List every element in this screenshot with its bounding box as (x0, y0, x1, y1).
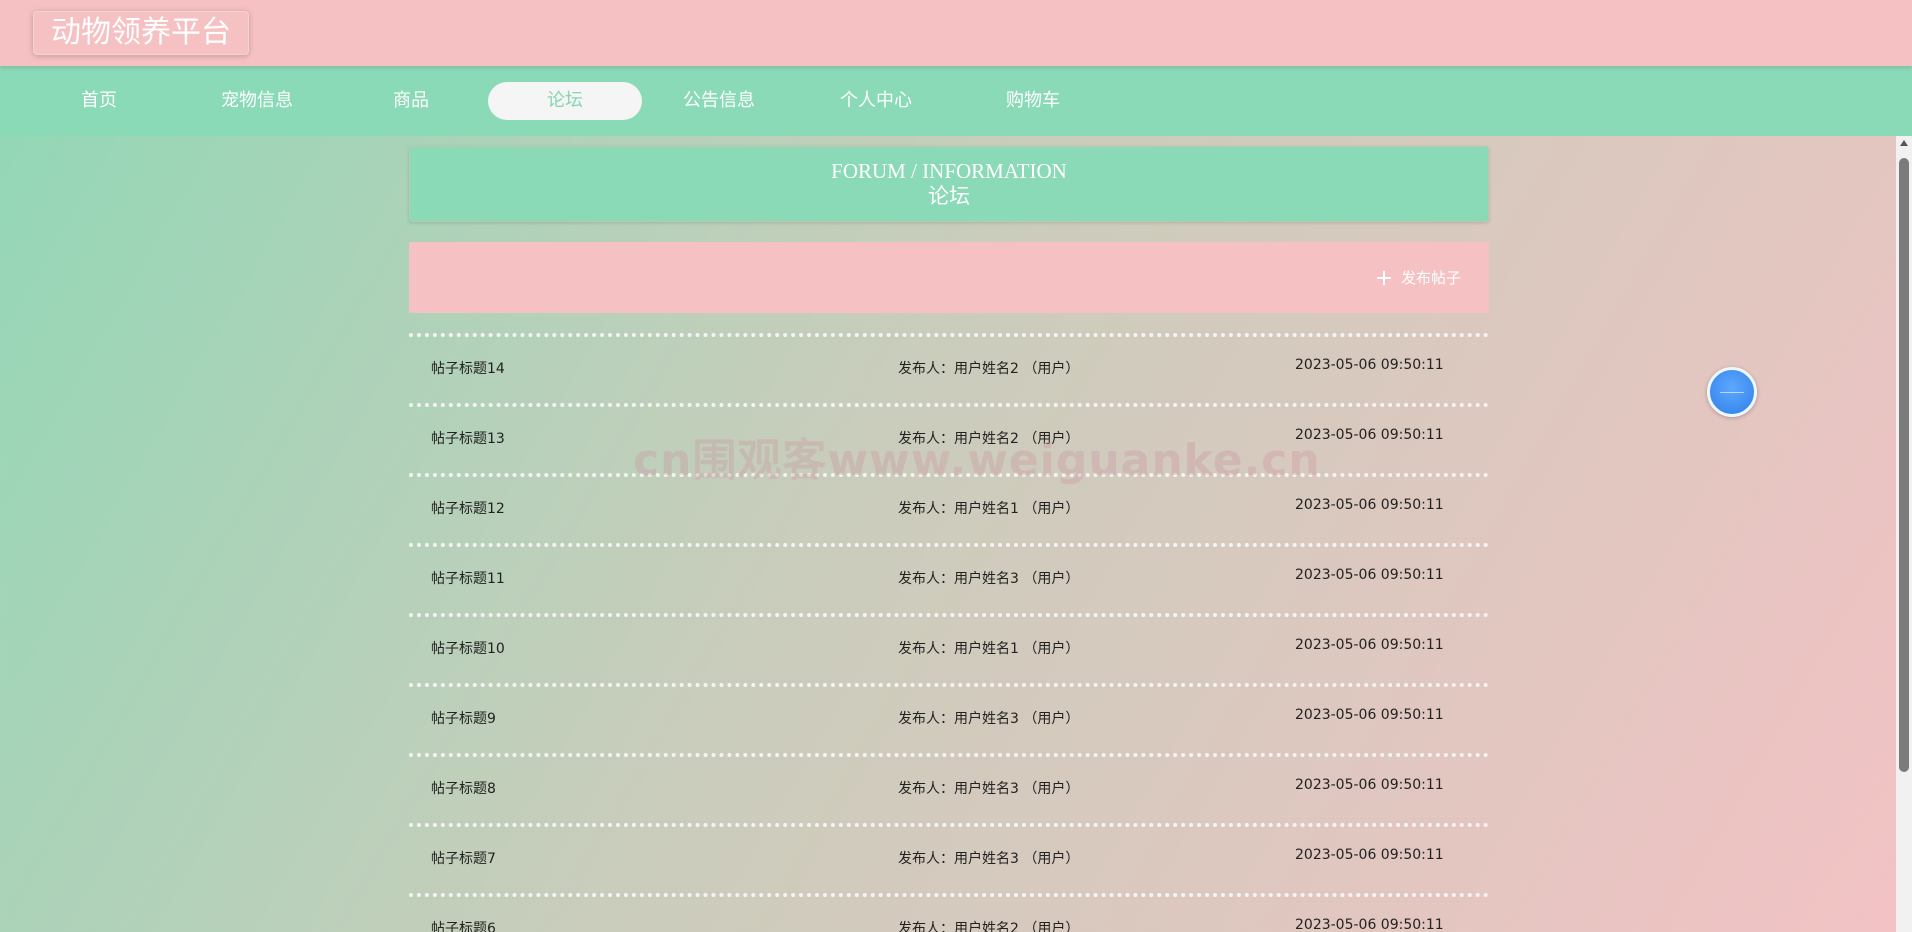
post-time: 2023-05-06 09:50:11 (1295, 567, 1444, 583)
watermark: cn围观客www.weiguanke.cn (633, 435, 1321, 486)
nav-item-cart[interactable]: 购物车 (968, 82, 1098, 120)
page-scrollbar[interactable] (1896, 136, 1912, 932)
post-row[interactable]: 帖子标题8 发布人：用户姓名3 （用户） 2023-05-06 09:50:11 (409, 753, 1489, 823)
post-title[interactable]: 帖子标题9 (431, 708, 496, 728)
new-post-button[interactable]: 发布帖子 (1376, 267, 1461, 289)
nav-item-pets[interactable]: 宠物信息 (192, 82, 322, 120)
post-list: 帖子标题14 发布人：用户姓名2 （用户） 2023-05-06 09:50:1… (409, 333, 1489, 932)
scroll-thumb[interactable] (1899, 158, 1909, 772)
scroll-up-arrow-icon[interactable] (1900, 140, 1908, 146)
nav-item-home[interactable]: 首页 (34, 82, 164, 120)
post-time: 2023-05-06 09:50:11 (1295, 637, 1444, 653)
post-title[interactable]: 帖子标题12 (431, 498, 505, 518)
post-author: 发布人：用户姓名1 （用户） (898, 641, 1080, 657)
post-author: 发布人：用户姓名3 （用户） (898, 851, 1080, 867)
nav-item-products[interactable]: 商品 (346, 82, 476, 120)
post-row[interactable]: 帖子标题9 发布人：用户姓名3 （用户） 2023-05-06 09:50:11 (409, 683, 1489, 753)
forum-title-panel: FORUM / INFORMATION 论坛 (409, 146, 1489, 222)
post-time: 2023-05-06 09:50:11 (1295, 707, 1444, 723)
post-time: 2023-05-06 09:50:11 (1295, 917, 1444, 932)
post-author: 发布人：用户姓名3 （用户） (898, 781, 1080, 797)
post-author: 发布人：用户姓名2 （用户） (898, 361, 1080, 377)
nav-item-forum[interactable]: 论坛 (488, 82, 642, 120)
nav-item-announcements[interactable]: 公告信息 (654, 82, 784, 120)
top-header: 动物领养平台 (0, 0, 1912, 66)
main-nav: 首页 宠物信息 商品 论坛 公告信息 个人中心 购物车 (0, 66, 1912, 136)
floating-assistant-button[interactable] (1707, 367, 1757, 417)
post-row[interactable]: 帖子标题10 发布人：用户姓名1 （用户） 2023-05-06 09:50:1… (409, 613, 1489, 683)
site-brand[interactable]: 动物领养平台 (33, 11, 249, 55)
post-time: 2023-05-06 09:50:11 (1295, 847, 1444, 863)
post-author: 发布人：用户姓名2 （用户） (898, 921, 1080, 932)
post-title[interactable]: 帖子标题14 (431, 358, 505, 378)
forum-title-cn: 论坛 (928, 184, 970, 208)
post-row[interactable]: 帖子标题14 发布人：用户姓名2 （用户） 2023-05-06 09:50:1… (409, 333, 1489, 403)
post-author: 发布人：用户姓名3 （用户） (898, 711, 1080, 727)
post-row[interactable]: 帖子标题11 发布人：用户姓名3 （用户） 2023-05-06 09:50:1… (409, 543, 1489, 613)
post-time: 2023-05-06 09:50:11 (1295, 357, 1444, 373)
nav-item-profile[interactable]: 个人中心 (811, 82, 941, 120)
post-row[interactable]: 帖子标题6 发布人：用户姓名2 （用户） 2023-05-06 09:50:11 (409, 893, 1489, 932)
post-title[interactable]: 帖子标题11 (431, 568, 505, 588)
forum-title-en: FORUM / INFORMATION (831, 159, 1067, 183)
post-title[interactable]: 帖子标题13 (431, 428, 505, 448)
post-title[interactable]: 帖子标题10 (431, 638, 505, 658)
post-title[interactable]: 帖子标题8 (431, 778, 496, 798)
post-time: 2023-05-06 09:50:11 (1295, 497, 1444, 513)
post-time: 2023-05-06 09:50:11 (1295, 777, 1444, 793)
post-title[interactable]: 帖子标题6 (431, 918, 496, 932)
post-row[interactable]: 帖子标题7 发布人：用户姓名3 （用户） 2023-05-06 09:50:11 (409, 823, 1489, 893)
forum-action-bar: 发布帖子 (409, 242, 1489, 313)
new-post-label: 发布帖子 (1400, 269, 1461, 287)
post-author: 发布人：用户姓名3 （用户） (898, 571, 1080, 587)
plus-icon (1376, 271, 1391, 285)
post-title[interactable]: 帖子标题7 (431, 848, 496, 868)
post-author: 发布人：用户姓名1 （用户） (898, 501, 1080, 517)
